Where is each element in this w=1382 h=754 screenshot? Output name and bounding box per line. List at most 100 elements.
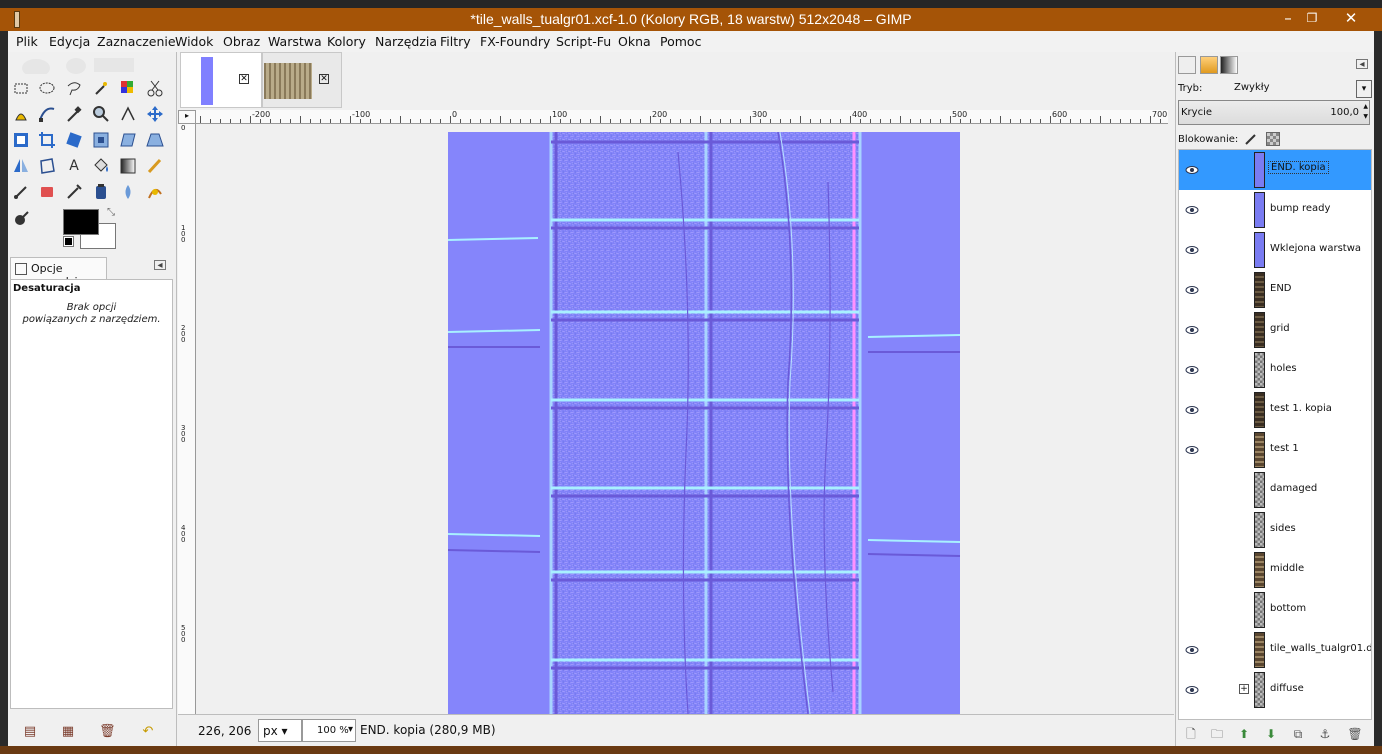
delete-layer-icon[interactable]: 🗑 — [1346, 726, 1364, 742]
layer-name[interactable]: test 1. kopia — [1270, 403, 1332, 414]
layer-row[interactable]: test 1 — [1179, 430, 1371, 470]
menu-filtry[interactable]: Filtry — [440, 34, 471, 49]
layer-name[interactable]: holes — [1270, 363, 1297, 374]
menu-zaznaczenie[interactable]: Zaznaczenie — [97, 34, 176, 49]
tool-options-tab[interactable]: Opcje narzędzia — [10, 257, 107, 288]
image-tab-normalmap[interactable]: ✕ — [180, 52, 262, 108]
visibility-eye-icon[interactable] — [1185, 364, 1199, 376]
layer-name[interactable]: middle — [1270, 563, 1304, 574]
layer-name[interactable]: END. kopia — [1268, 161, 1329, 174]
pencil-icon[interactable] — [145, 156, 165, 176]
shear-icon[interactable] — [118, 130, 138, 150]
layer-name[interactable]: grid — [1270, 323, 1290, 334]
layer-row[interactable]: sides — [1179, 510, 1371, 550]
menu-widok[interactable]: Widok — [175, 34, 213, 49]
smudge-icon[interactable] — [145, 182, 165, 202]
default-colors-icon[interactable] — [63, 236, 74, 247]
spin-arrows-icon[interactable]: ▲ ▼ — [1363, 102, 1368, 122]
visibility-eye-icon[interactable] — [1185, 564, 1199, 576]
lock-pixels-icon[interactable] — [1244, 132, 1258, 146]
layer-row[interactable]: bump ready — [1179, 190, 1371, 230]
delete-options-icon[interactable]: 🗑 — [99, 724, 116, 740]
scissors-icon[interactable] — [145, 78, 165, 98]
blend-icon[interactable] — [118, 156, 138, 176]
visibility-eye-icon[interactable] — [1185, 524, 1199, 536]
menu-edycja[interactable]: Edycja — [49, 34, 90, 49]
close-button[interactable]: ✕ — [1336, 8, 1366, 29]
visibility-eye-icon[interactable] — [1185, 284, 1199, 296]
lasso-icon[interactable] — [64, 78, 84, 98]
layer-row[interactable]: END — [1179, 270, 1371, 310]
tool-options-menu-icon[interactable]: ◂ — [154, 260, 166, 271]
align-icon[interactable] — [11, 130, 31, 150]
layer-row[interactable]: Wklejona warstwa — [1179, 230, 1371, 270]
dodge-burn-icon[interactable] — [11, 208, 31, 228]
bucket-fill-icon[interactable] — [91, 156, 111, 176]
layer-name[interactable]: damaged — [1270, 483, 1317, 494]
visibility-eye-icon[interactable] — [1185, 684, 1199, 696]
dock-menu-icon[interactable]: ◂ — [1356, 59, 1368, 70]
layer-name[interactable]: diffuse — [1270, 683, 1304, 694]
reset-options-icon[interactable]: ↶ — [140, 724, 156, 740]
visibility-eye-icon[interactable] — [1185, 644, 1199, 656]
zoom-icon[interactable] — [91, 104, 111, 124]
layer-name[interactable]: Wklejona warstwa — [1270, 243, 1361, 254]
layer-row[interactable]: test 1. kopia — [1179, 390, 1371, 430]
layer-name[interactable]: bottom — [1270, 603, 1306, 614]
menu-fx-foundry[interactable]: FX-Foundry — [480, 34, 550, 49]
restore-options-icon[interactable]: ▦ — [60, 724, 76, 740]
menu-narzedzia[interactable]: Narzędzia — [375, 34, 437, 49]
paintbrush-icon[interactable] — [11, 182, 31, 202]
visibility-eye-icon[interactable] — [1185, 164, 1199, 176]
close-tab-icon[interactable]: ✕ — [239, 74, 249, 84]
duplicate-layer-icon[interactable]: ⧉ — [1289, 726, 1307, 742]
rotate-icon[interactable] — [64, 130, 84, 150]
menu-kolory[interactable]: Kolory — [327, 34, 366, 49]
lock-alpha-icon[interactable] — [1265, 132, 1280, 146]
measure-icon[interactable] — [118, 104, 138, 124]
layer-row[interactable]: grid — [1179, 310, 1371, 350]
palette-tab-icon[interactable] — [1200, 56, 1218, 74]
layer-name[interactable]: tile_walls_tualgr01.dds — [1270, 643, 1371, 654]
layer-name[interactable]: bump ready — [1270, 203, 1330, 214]
close-tab-icon[interactable]: ✕ — [319, 74, 329, 84]
foreground-select-icon[interactable] — [11, 104, 31, 124]
image-canvas[interactable] — [448, 132, 960, 714]
layer-row[interactable]: END. kopia — [1179, 150, 1371, 190]
visibility-eye-icon[interactable] — [1185, 404, 1199, 416]
select-by-color-icon[interactable] — [118, 78, 138, 98]
zoom-select[interactable]: 100 % ▾ — [302, 719, 356, 742]
layer-row[interactable]: bottom — [1179, 590, 1371, 630]
layer-row[interactable]: holes — [1179, 350, 1371, 390]
layer-name[interactable]: sides — [1270, 523, 1296, 534]
horizontal-ruler[interactable]: -200 -100 0 100 200 300 400 500 600 700 — [196, 110, 1168, 124]
rect-select-icon[interactable] — [11, 78, 31, 98]
save-options-icon[interactable]: ▤ — [22, 724, 38, 740]
lower-layer-icon[interactable]: ⬇ — [1262, 726, 1280, 742]
ellipse-select-icon[interactable] — [37, 78, 57, 98]
fuzzy-select-icon[interactable] — [91, 78, 111, 98]
vertical-ruler[interactable]: 0 100 200 300 400 500 — [178, 124, 196, 717]
cage-transform-icon[interactable] — [37, 156, 57, 176]
menu-okna[interactable]: Okna — [618, 34, 651, 49]
airbrush-icon[interactable] — [64, 182, 84, 202]
foreground-color-swatch[interactable] — [63, 209, 99, 235]
gradient-tab-icon[interactable] — [1220, 56, 1238, 74]
menu-obraz[interactable]: Obraz — [223, 34, 260, 49]
layer-row[interactable]: middle — [1179, 550, 1371, 590]
ruler-corner-button[interactable]: ▸ — [178, 110, 196, 124]
mode-select[interactable]: Zwykły ▾ — [1230, 80, 1372, 98]
layer-name[interactable]: END — [1270, 283, 1292, 294]
unit-select[interactable]: px ▾ — [258, 719, 302, 742]
paths-icon[interactable] — [37, 104, 57, 124]
visibility-eye-icon[interactable] — [1185, 444, 1199, 456]
perspective-icon[interactable] — [145, 130, 165, 150]
expand-group-icon[interactable]: + — [1239, 684, 1249, 694]
menu-script-fu[interactable]: Script-Fu — [556, 34, 611, 49]
opacity-slider[interactable]: Krycie 100,0 ▲ ▼ — [1178, 100, 1370, 125]
crop-icon[interactable] — [37, 130, 57, 150]
layer-row[interactable]: + diffuse — [1179, 670, 1371, 710]
swap-colors-icon[interactable]: ⤡ — [107, 207, 115, 218]
visibility-eye-icon[interactable] — [1185, 324, 1199, 336]
menu-warstwa[interactable]: Warstwa — [268, 34, 322, 49]
